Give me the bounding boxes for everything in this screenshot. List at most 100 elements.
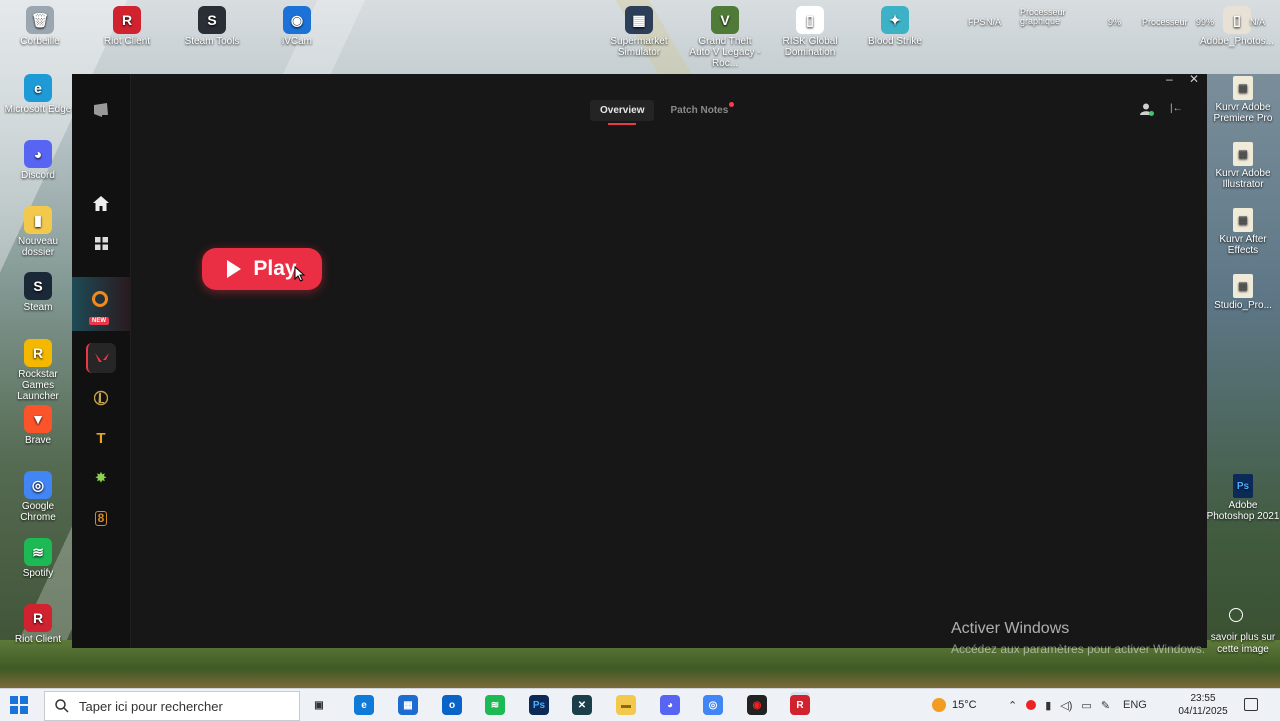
desktop-shortcut[interactable]: ✦ Blood Strike bbox=[858, 6, 932, 47]
shortcut-label: Brave bbox=[24, 435, 52, 446]
language-indicator[interactable]: ENG bbox=[1123, 699, 1147, 711]
teamfight-tactics-icon[interactable]: T bbox=[72, 420, 130, 456]
network-icon[interactable]: ▭ bbox=[1081, 699, 1091, 712]
new-game-icon bbox=[92, 291, 108, 307]
file-explorer-icon[interactable]: ▬ bbox=[616, 695, 636, 715]
tab-patch-notes[interactable]: Patch Notes bbox=[660, 100, 738, 121]
microsoft-store-icon[interactable]: ▦ bbox=[398, 695, 418, 715]
desktop-shortcut[interactable]: ▼ Brave bbox=[4, 405, 72, 446]
search-icon bbox=[55, 699, 69, 713]
discord-icon[interactable]: ◕ bbox=[660, 695, 680, 715]
temperature: 15°C bbox=[952, 699, 977, 711]
desktop-shortcut[interactable]: 🗑 Corbeille bbox=[3, 6, 77, 47]
clock[interactable]: 23:55 04/11/2025 bbox=[1168, 692, 1238, 718]
desktop-shortcut[interactable]: R Rockstar Games Launcher bbox=[4, 339, 72, 402]
desktop-shortcut[interactable]: ▯ RISK Global Domination bbox=[773, 6, 847, 58]
spotify-icon[interactable]: ≋ bbox=[485, 695, 505, 715]
mouse-cursor-icon bbox=[294, 266, 306, 282]
desktop-shortcut[interactable]: S Steam bbox=[4, 272, 72, 313]
spotlight-hint[interactable]: savoir plus sur cette image bbox=[1206, 632, 1280, 656]
desktop-shortcut[interactable]: e Microsoft Edge bbox=[4, 74, 72, 115]
task-view-icon[interactable]: ▣ bbox=[309, 695, 329, 715]
taskbar: Taper ici pour rechercher ▣ e ▦ ≋ Ps ✕ ▬ ◕ ◎ ◉ Ro … bbox=[0, 688, 1280, 721]
spotlight-icon[interactable] bbox=[1229, 608, 1243, 622]
photoshop-icon[interactable]: Ps bbox=[529, 695, 549, 715]
desktop-shortcut[interactable]: ▮ Nouveau dossier bbox=[4, 206, 72, 258]
recorder-app-icon[interactable]: ◉ bbox=[747, 695, 767, 715]
shortcut-icon: R bbox=[24, 604, 52, 632]
clock-date: 04/11/2025 bbox=[1178, 706, 1228, 717]
new-game-tile[interactable]: NEW bbox=[72, 277, 130, 331]
close-icon[interactable]: ✕ bbox=[1189, 72, 1199, 86]
capcut-icon[interactable]: ✕ bbox=[572, 695, 592, 715]
notifications-icon[interactable] bbox=[1244, 698, 1258, 711]
desktop-shortcut[interactable]: ≋ Spotify bbox=[4, 538, 72, 579]
outlook-icon[interactable]: o bbox=[442, 695, 462, 715]
desktop-shortcut[interactable]: R Riot Client bbox=[4, 604, 72, 645]
collapse-sidebar-icon[interactable]: |← bbox=[1170, 103, 1183, 114]
record-icon[interactable] bbox=[1026, 700, 1037, 710]
cpu-label: Processeur bbox=[1142, 17, 1188, 27]
windows-start-icon[interactable] bbox=[10, 696, 28, 714]
cpu-value: 99% bbox=[1196, 17, 1215, 27]
tab-overview-label: Overview bbox=[600, 105, 645, 116]
fps-label: FPS bbox=[968, 17, 986, 27]
shortcut-label: Adobe Photoshop 2021 bbox=[1206, 500, 1280, 522]
desktop-shortcut[interactable]: ▤ Kurvr Adobe Premiere Pro bbox=[1206, 76, 1280, 124]
shortcut-label: Discord bbox=[21, 170, 55, 181]
desktop-shortcut[interactable]: ▦ Supermarket Simulator bbox=[602, 6, 676, 58]
taskbar-search[interactable]: Taper ici pour rechercher bbox=[44, 691, 300, 721]
desktop-shortcut[interactable]: ◕ Discord bbox=[4, 140, 72, 181]
tab-overview[interactable]: Overview bbox=[590, 100, 655, 125]
shortcut-icon: e bbox=[24, 74, 52, 102]
desktop-shortcut[interactable]: V Grand Theft Auto V Legacy - Roc... bbox=[688, 6, 762, 69]
library-grid-icon[interactable] bbox=[72, 225, 130, 261]
desktop-shortcut[interactable]: S Steam Tools bbox=[175, 6, 249, 47]
shortcut-icon: ◕ bbox=[24, 140, 52, 168]
home-icon[interactable] bbox=[72, 185, 130, 221]
notification-dot bbox=[729, 102, 735, 107]
desktop-shortcut[interactable]: ▤ Kurvr Adobe Illustrator bbox=[1206, 142, 1280, 190]
shortcut-icon: ▤ bbox=[1233, 76, 1253, 100]
shortcut-label: Supermarket Simulator bbox=[610, 36, 668, 58]
minimize-icon[interactable]: – bbox=[1166, 72, 1173, 86]
desktop-shortcut[interactable]: Ps Adobe Photoshop 2021 bbox=[1206, 474, 1280, 522]
activate-title: Activer Windows bbox=[951, 620, 1070, 637]
volume-icon[interactable]: ◁) bbox=[1060, 699, 1072, 712]
pen-icon[interactable]: ✎ bbox=[1101, 699, 1110, 712]
activate-subtitle: Accédez aux paramètres pour activer Wind… bbox=[951, 642, 1206, 656]
shortcut-icon: ▤ bbox=[1233, 274, 1253, 298]
league-of-legends-icon[interactable] bbox=[72, 380, 130, 416]
weather-widget[interactable]: 15°C bbox=[932, 689, 977, 721]
riot-logo-icon[interactable] bbox=[72, 92, 130, 128]
game-rail: NEW T ✸ 8 bbox=[72, 74, 131, 648]
shortcut-label: RISK Global Domination bbox=[782, 36, 838, 58]
content-tabs: Overview Patch Notes bbox=[590, 100, 738, 125]
legends-of-runeterra-icon[interactable]: 8 bbox=[72, 500, 130, 536]
shortcut-icon: 🗑 bbox=[26, 6, 54, 34]
desktop-shortcut[interactable]: ◉ iVCam bbox=[260, 6, 334, 47]
chrome-icon[interactable]: ◎ bbox=[703, 695, 723, 715]
spotlight-hint-line2: cette image bbox=[1217, 644, 1269, 655]
desktop-shortcut[interactable]: ◎ Google Chrome bbox=[4, 471, 72, 523]
online-status-dot bbox=[1149, 111, 1154, 116]
valorant-icon bbox=[95, 353, 109, 362]
shortcut-label: Adobe_Photos... bbox=[1200, 36, 1274, 47]
shortcut-icon: ▤ bbox=[1233, 142, 1253, 166]
profile-button[interactable] bbox=[1140, 102, 1156, 118]
desktop-shortcut[interactable]: ▤ Studio_Pro... bbox=[1206, 274, 1280, 311]
shortcut-icon: S bbox=[24, 272, 52, 300]
valorant-selected-tile[interactable] bbox=[86, 343, 116, 373]
riot-client-icon[interactable]: R bbox=[790, 695, 810, 715]
show-hidden-icons-chevron-icon[interactable]: ⌃ bbox=[1008, 699, 1017, 712]
edge-icon[interactable]: e bbox=[354, 695, 374, 715]
2xko-icon[interactable]: ✸ bbox=[72, 460, 130, 496]
microphone-icon[interactable]: ▮ bbox=[1045, 699, 1051, 712]
search-placeholder: Taper ici pour rechercher bbox=[79, 698, 223, 714]
shortcut-label: Riot Client bbox=[103, 36, 151, 47]
shortcut-icon: R bbox=[24, 339, 52, 367]
desktop-shortcut[interactable]: R Riot Client bbox=[90, 6, 164, 47]
desktop-shortcut[interactable]: ▤ Kurvr After Effects bbox=[1206, 208, 1280, 256]
clock-time: 23:55 bbox=[1190, 693, 1216, 704]
shortcut-label: Steam Tools bbox=[184, 36, 240, 47]
